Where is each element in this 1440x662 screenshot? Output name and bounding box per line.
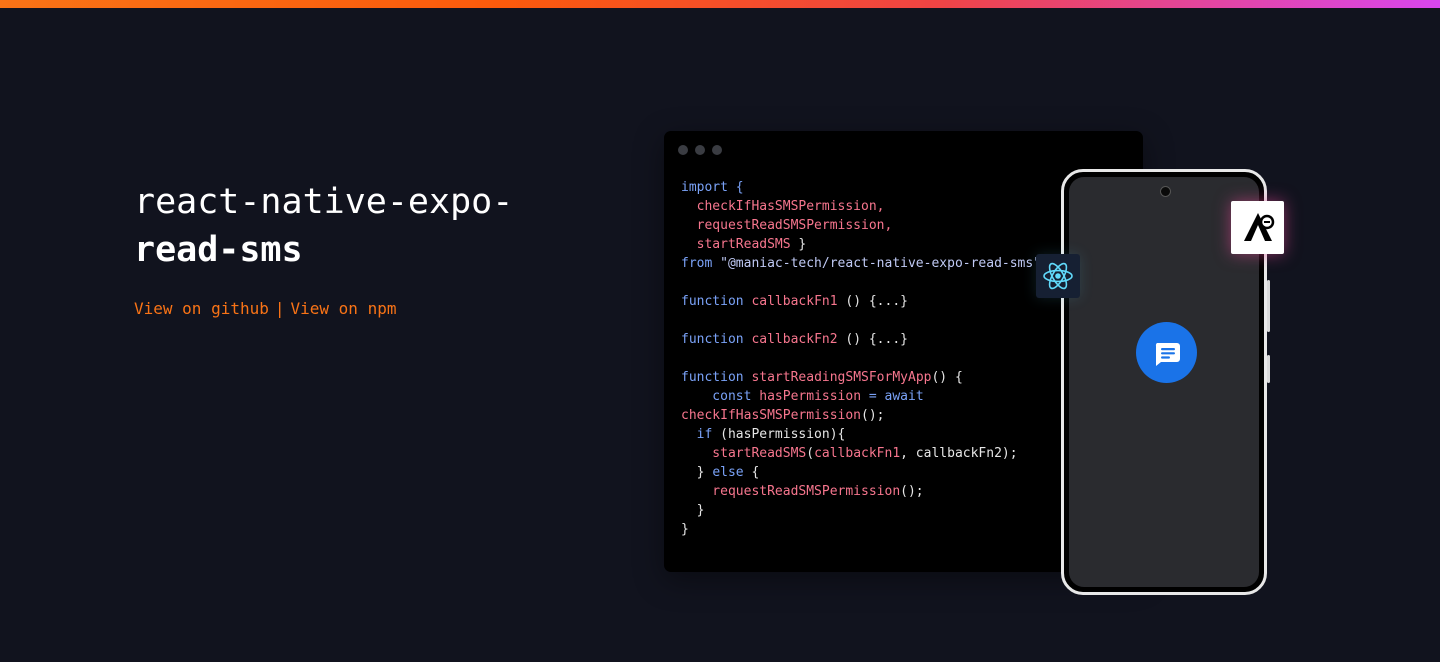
npm-link[interactable]: View on npm <box>291 299 397 318</box>
window-dot-maximize <box>712 145 722 155</box>
code-line: if (hasPermission){ <box>681 425 1041 444</box>
camera-icon <box>1159 186 1171 197</box>
code-token: hasPermission <box>759 389 862 404</box>
code-line: checkIfHasSMSPermission(); <box>681 406 1041 425</box>
phone-power-button <box>1267 355 1270 383</box>
code-line: import { <box>681 178 1041 197</box>
code-line: } else { <box>681 463 1041 482</box>
code-snippet: import { checkIfHasSMSPermission, reques… <box>681 178 1041 539</box>
code-token: ( <box>806 446 815 461</box>
code-token: callbackFn1 <box>814 446 901 461</box>
code-token: startReadingSMSForMyApp <box>751 370 932 385</box>
code-token: (); <box>900 484 924 499</box>
hero-title-line2: read-sms <box>134 230 303 270</box>
code-token: startReadSMS <box>681 237 791 252</box>
window-dots <box>678 145 722 155</box>
code-token: } <box>681 503 705 518</box>
code-line: } <box>681 520 1041 539</box>
code-token: () {...} <box>837 294 908 309</box>
hero-title: react-native-expo- read-sms <box>134 178 513 274</box>
code-token: function <box>681 332 752 347</box>
code-line: function startReadingSMSForMyApp() { <box>681 368 1041 387</box>
code-token: () {...} <box>837 332 908 347</box>
code-token: checkIfHasSMSPermission <box>681 408 862 423</box>
code-token: const <box>681 389 760 404</box>
link-separator: | <box>274 299 285 318</box>
github-link[interactable]: View on github <box>134 299 269 318</box>
code-token: , callbackFn2); <box>900 446 1018 461</box>
messages-app-icon <box>1136 322 1197 383</box>
code-token: callbackFn1 <box>751 294 838 309</box>
code-token: "@maniac-tech/react-native-expo-read-sms… <box>720 256 1042 271</box>
code-token: } <box>681 522 689 537</box>
react-atom-icon <box>1043 262 1073 290</box>
expo-mark-icon <box>1243 212 1274 241</box>
code-token: requestReadSMSPermission, <box>681 218 893 233</box>
code-line: startReadSMS } <box>681 235 1041 254</box>
code-token: (hasPermission){ <box>720 427 846 442</box>
code-token: } <box>681 465 713 480</box>
top-gradient-bar <box>0 0 1440 8</box>
hero-links: View on github | View on npm <box>134 299 396 319</box>
code-line: function callbackFn1 () {...} <box>681 292 1041 311</box>
code-token: { <box>743 465 760 480</box>
code-line: const hasPermission = await <box>681 387 1041 406</box>
code-line: requestReadSMSPermission, <box>681 216 1041 235</box>
react-logo-icon <box>1036 254 1080 298</box>
code-token: import { <box>681 180 744 195</box>
code-token: else <box>712 465 744 480</box>
phone-volume-button <box>1267 280 1270 332</box>
code-token: checkIfHasSMSPermission, <box>681 199 885 214</box>
window-dot-minimize <box>695 145 705 155</box>
expo-logo-icon <box>1231 201 1284 254</box>
code-token: if <box>681 427 721 442</box>
code-token: from <box>681 256 721 271</box>
code-token: callbackFn2 <box>751 332 838 347</box>
code-line: } <box>681 501 1041 520</box>
hero-title-line1: react-native-expo- <box>134 182 514 222</box>
code-line: requestReadSMSPermission(); <box>681 482 1041 501</box>
code-line: from "@maniac-tech/react-native-expo-rea… <box>681 254 1041 273</box>
message-bubble-icon <box>1155 342 1180 366</box>
code-token: () { <box>931 370 963 385</box>
code-token: function <box>681 294 752 309</box>
code-line: startReadSMS(callbackFn1, callbackFn2); <box>681 444 1041 463</box>
code-line: function callbackFn2 () {...} <box>681 330 1041 349</box>
code-token: (); <box>861 408 885 423</box>
code-token: } <box>790 237 807 252</box>
code-token: startReadSMS <box>681 446 807 461</box>
code-token: function <box>681 370 752 385</box>
code-token: = await <box>861 389 924 404</box>
window-dot-close <box>678 145 688 155</box>
code-line: checkIfHasSMSPermission, <box>681 197 1041 216</box>
code-token: requestReadSMSPermission <box>681 484 901 499</box>
